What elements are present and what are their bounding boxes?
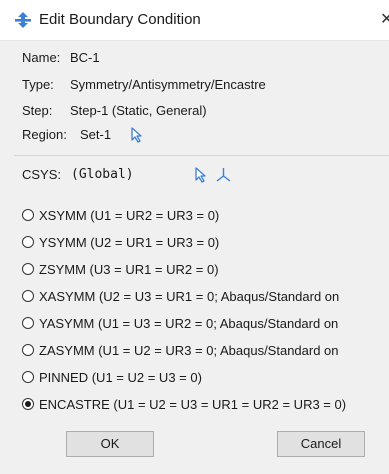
radio-button[interactable] bbox=[22, 317, 34, 329]
option-label: ZSYMM (U3 = UR1 = UR2 = 0) bbox=[39, 262, 219, 277]
option-label: YSYMM (U2 = UR1 = UR3 = 0) bbox=[39, 235, 220, 250]
cancel-button[interactable]: Cancel bbox=[277, 431, 365, 457]
select-csys-arrow-icon[interactable] bbox=[194, 167, 208, 183]
name-row: Name: BC-1 bbox=[22, 48, 100, 68]
close-icon[interactable]: ✕ bbox=[380, 9, 389, 28]
option-label: XASYMM (U2 = U3 = UR1 = 0; Abaqus/Standa… bbox=[39, 289, 340, 304]
title-bar: Edit Boundary Condition ✕ bbox=[0, 0, 389, 41]
radio-button[interactable] bbox=[22, 263, 34, 275]
radio-button[interactable] bbox=[22, 290, 34, 302]
dialog-title: Edit Boundary Condition bbox=[39, 11, 201, 28]
step-label: Step: bbox=[22, 103, 53, 118]
type-value: Symmetry/Antisymmetry/Encastre bbox=[70, 77, 266, 92]
type-label: Type: bbox=[22, 77, 54, 92]
name-label: Name: bbox=[22, 50, 61, 65]
csys-row: CSYS: (Global) bbox=[22, 165, 231, 185]
type-row: Type: Symmetry/Antisymmetry/Encastre bbox=[22, 75, 266, 95]
csys-axes-icon[interactable] bbox=[215, 166, 232, 183]
region-label: Region: bbox=[22, 127, 67, 142]
ok-button[interactable]: OK bbox=[66, 431, 154, 457]
csys-value: (Global) bbox=[71, 167, 134, 182]
select-region-arrow-icon[interactable] bbox=[130, 127, 144, 143]
separator bbox=[14, 155, 389, 156]
option-label: PINNED (U1 = U2 = U3 = 0) bbox=[39, 370, 202, 385]
radio-button[interactable] bbox=[22, 344, 34, 356]
radio-button[interactable] bbox=[22, 398, 34, 410]
step-row: Step: Step-1 (Static, General) bbox=[22, 101, 207, 121]
option-label: YASYMM (U1 = U3 = UR2 = 0; Abaqus/Standa… bbox=[39, 316, 339, 331]
region-value: Set-1 bbox=[80, 127, 112, 142]
option-label: ZASYMM (U1 = U2 = UR3 = 0; Abaqus/Standa… bbox=[39, 343, 339, 358]
option-label: XSYMM (U1 = UR2 = UR3 = 0) bbox=[39, 208, 220, 223]
radio-button[interactable] bbox=[22, 371, 34, 383]
step-value: Step-1 (Static, General) bbox=[70, 103, 207, 118]
region-row: Region: Set-1 bbox=[22, 125, 142, 145]
option-label: ENCASTRE (U1 = U2 = U3 = UR1 = UR2 = UR3… bbox=[39, 397, 347, 412]
radio-button[interactable] bbox=[22, 236, 34, 248]
name-value: BC-1 bbox=[70, 50, 100, 65]
csys-label: CSYS: bbox=[22, 167, 62, 182]
boundary-condition-icon bbox=[15, 12, 31, 28]
radio-button[interactable] bbox=[22, 209, 34, 221]
